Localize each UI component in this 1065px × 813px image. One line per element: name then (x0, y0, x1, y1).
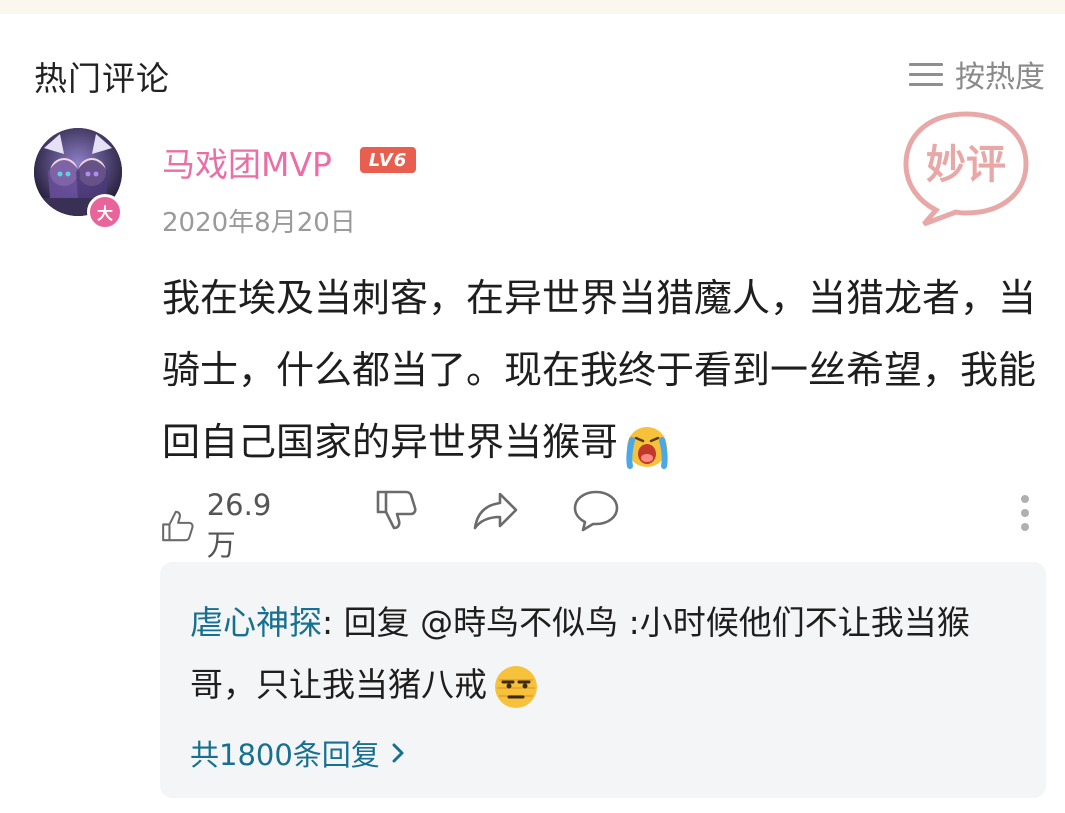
share-button[interactable] (472, 488, 520, 532)
like-count: 26.9万 (206, 488, 272, 562)
thumbs-up-icon (162, 510, 194, 542)
more-options-button[interactable] (1016, 493, 1034, 533)
dislike-button[interactable] (374, 488, 418, 532)
reply-colon: : (322, 603, 344, 642)
stamp-label: 妙评 (926, 142, 1006, 188)
reply-preview-box[interactable]: 虐心神探: 回复 @時鸟不似鸟 :小时候他们不让我当猴哥，只让我当猪八戒 共18… (160, 562, 1046, 798)
view-all-replies-link[interactable]: 共1800条回复 (190, 732, 406, 774)
sort-label: 按热度 (955, 60, 1045, 95)
vip-badge: 大 (87, 194, 123, 230)
chevron-right-icon (392, 743, 404, 763)
crying-face-icon (626, 426, 668, 469)
comment-date: 2020年8月20日 (162, 208, 356, 238)
comment-text: 我在埃及当刺客，在异世界当猎魔人，当猎龙者，当骑士，什么都当了。现在我终于看到一… (162, 276, 1037, 464)
comment-body: 我在埃及当刺客，在异世界当猎魔人，当猎龙者，当骑士，什么都当了。现在我终于看到一… (162, 262, 1042, 478)
sort-by-hot-button[interactable]: 按热度 (909, 52, 1045, 96)
like-button[interactable]: 26.9万 (160, 488, 281, 564)
menu-lines-icon (909, 61, 943, 87)
top-banner-strip (0, 0, 1065, 14)
thumbs-down-icon (376, 490, 417, 530)
hot-comments-title: 热门评论 (34, 59, 170, 98)
share-arrow-icon (473, 492, 518, 530)
comment-username[interactable]: 马戏团MVP (162, 138, 332, 186)
featured-comment-stamp-icon: 妙评 (903, 111, 1029, 226)
comment-bubble-icon (573, 490, 619, 532)
more-replies-label: 共1800条回复 (190, 738, 380, 772)
meh-face-icon (495, 665, 537, 708)
reply-line: 虐心神探: 回复 @時鸟不似鸟 :小时候他们不让我当猴哥，只让我当猪八戒 (190, 592, 1030, 716)
reply-author[interactable]: 虐心神探 (190, 603, 322, 642)
reply-button[interactable] (572, 488, 620, 532)
user-level-badge: LV6 (360, 147, 416, 173)
